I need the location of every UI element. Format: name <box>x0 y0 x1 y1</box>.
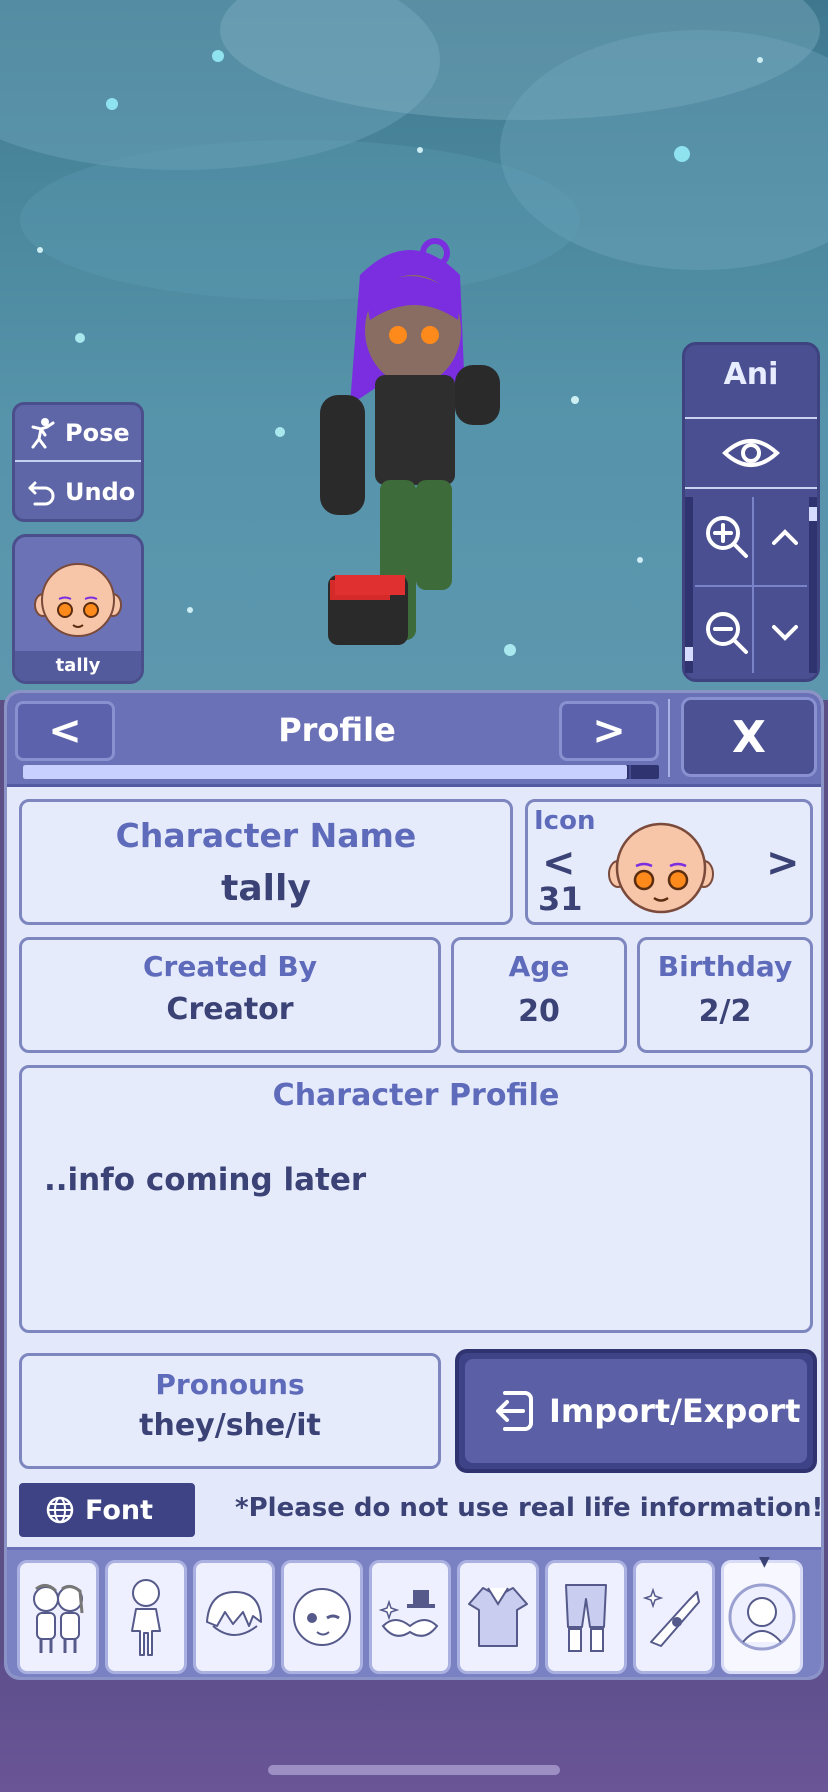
pose-button[interactable]: Pose <box>15 405 141 462</box>
created-by-value: Creator <box>166 992 294 1027</box>
icon-selector: Icon < 31 > <box>525 799 813 925</box>
panel-title: Profile <box>278 711 396 749</box>
icon-label: Icon <box>534 806 596 836</box>
age-value: 20 <box>518 994 560 1029</box>
category-tab-bar: ▼ <box>7 1547 821 1677</box>
tab-props[interactable] <box>633 1560 715 1674</box>
previous-page-button[interactable]: < <box>15 701 115 761</box>
pronouns-value: they/she/it <box>139 1408 321 1443</box>
character-profile-text: ..info coming later <box>44 1162 367 1198</box>
character-name-field[interactable]: Character Name tally <box>19 799 513 925</box>
zoom-out-icon <box>706 612 748 654</box>
tab-characters[interactable] <box>17 1560 99 1674</box>
icon-next-button[interactable]: > <box>766 840 800 886</box>
age-label: Age <box>508 950 570 983</box>
character-profile-label: Character Profile <box>272 1078 560 1113</box>
tab-hair[interactable] <box>193 1560 275 1674</box>
zoom-in-button[interactable] <box>697 501 757 573</box>
undo-arrow-icon <box>28 481 55 505</box>
character-thumb-name: tally <box>15 651 141 681</box>
profile-icon <box>728 1583 796 1651</box>
visibility-toggle[interactable] <box>685 417 817 489</box>
import-export-button[interactable]: Import/Export <box>455 1349 817 1473</box>
character-profile-field[interactable]: Character Profile ..info coming later <box>19 1065 813 1333</box>
icon-number: 31 <box>538 880 583 918</box>
props-icon <box>642 1587 700 1647</box>
birthday-value: 2/2 <box>698 994 752 1029</box>
character-slot[interactable]: tally <box>12 534 144 684</box>
import-export-label: Import/Export <box>549 1392 801 1430</box>
animation-panel: Ani <box>682 342 820 682</box>
tab-profile[interactable] <box>721 1560 803 1674</box>
ani-button[interactable]: Ani <box>685 357 817 392</box>
undo-label: Undo <box>65 477 136 506</box>
move-down-button[interactable] <box>755 597 815 669</box>
birthday-label: Birthday <box>657 950 793 983</box>
face-icon <box>293 1588 351 1646</box>
tab-body[interactable] <box>105 1560 187 1674</box>
pose-undo-panel: Pose Undo <box>12 402 144 522</box>
tab-face[interactable] <box>281 1560 363 1674</box>
globe-icon <box>46 1496 74 1524</box>
left-slider-track[interactable] <box>685 497 693 673</box>
page-progress-fill <box>23 765 628 779</box>
zoom-out-button[interactable] <box>697 597 757 669</box>
zoom-in-icon <box>706 516 748 558</box>
chevron-up-icon <box>772 529 798 545</box>
character-head-icon <box>34 563 122 637</box>
accessories-icon <box>378 1590 439 1637</box>
pose-label: Pose <box>65 418 130 447</box>
character-name-label: Character Name <box>115 816 417 855</box>
body-icon <box>131 1579 161 1656</box>
move-up-button[interactable] <box>755 501 815 573</box>
top-clothing-icon <box>468 1587 528 1647</box>
eye-icon <box>722 439 780 467</box>
pose-figure-icon <box>31 417 55 448</box>
character-name-value: tally <box>221 868 311 909</box>
font-button[interactable]: Font <box>19 1483 195 1537</box>
selected-tab-marker-icon: ▼ <box>759 1554 770 1570</box>
undo-button[interactable]: Undo <box>15 463 141 520</box>
page-progress-bar <box>23 765 659 779</box>
divider <box>695 585 807 587</box>
close-button[interactable]: X <box>681 697 817 777</box>
pronouns-label: Pronouns <box>155 1368 305 1401</box>
created-by-label: Created By <box>142 950 317 983</box>
tab-accessories[interactable] <box>369 1560 451 1674</box>
home-indicator[interactable] <box>268 1765 560 1775</box>
header-divider <box>668 699 670 777</box>
created-by-field[interactable]: Created By Creator <box>19 937 441 1053</box>
hair-icon <box>206 1591 262 1636</box>
panel-header: < Profile > X <box>7 693 821 787</box>
birthday-field[interactable]: Birthday 2/2 <box>637 937 813 1053</box>
tab-bottom-clothing[interactable] <box>545 1560 627 1674</box>
age-field[interactable]: Age 20 <box>451 937 627 1053</box>
characters-icon <box>33 1584 84 1653</box>
font-label: Font <box>85 1494 154 1526</box>
chevron-down-icon <box>772 625 798 641</box>
import-export-icon <box>496 1391 533 1431</box>
character-icon-face <box>608 822 714 914</box>
privacy-warning: *Please do not use real life information… <box>235 1493 824 1523</box>
next-page-button[interactable]: > <box>559 701 659 761</box>
pronouns-field[interactable]: Pronouns they/she/it <box>19 1353 441 1469</box>
character-figure[interactable] <box>290 235 540 685</box>
tab-top-clothing[interactable] <box>457 1560 539 1674</box>
profile-panel: < Profile > X Character Name tally Icon … <box>4 690 824 1680</box>
bottom-clothing-icon <box>565 1584 607 1652</box>
import-export-inner: Import/Export <box>465 1359 807 1463</box>
